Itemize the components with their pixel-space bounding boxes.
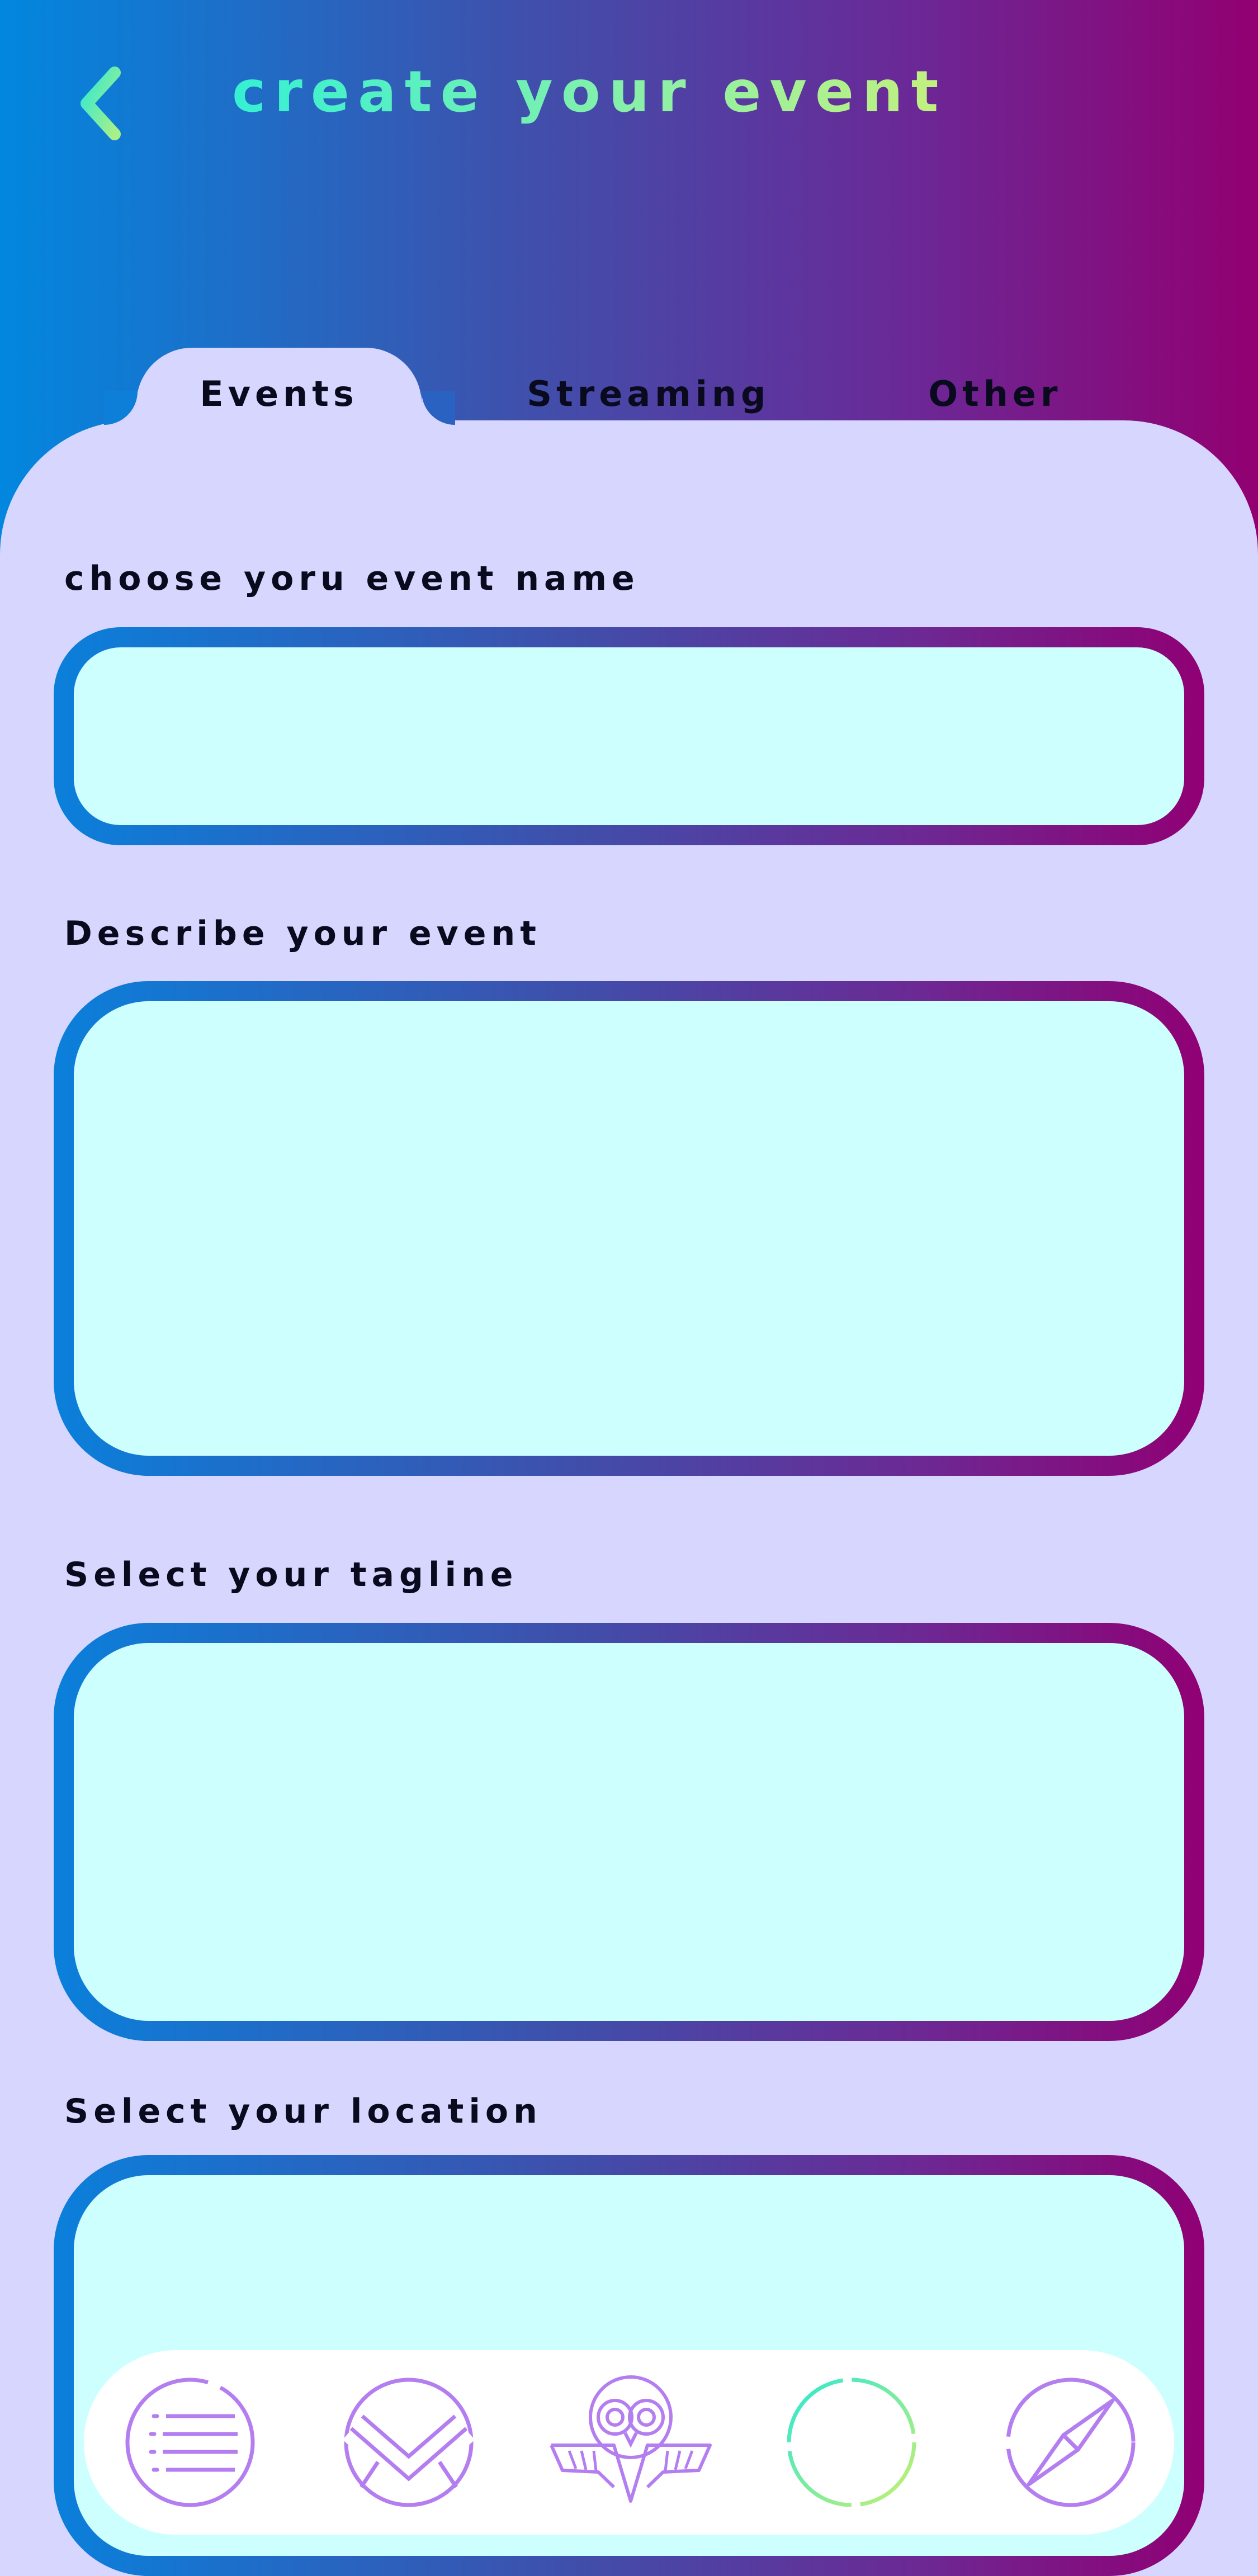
page-title: create your event — [232, 56, 947, 129]
mail-icon — [342, 2378, 475, 2507]
back-button[interactable] — [75, 61, 131, 145]
tab-other[interactable]: Other — [895, 369, 1096, 419]
bottom-nav — [84, 2350, 1174, 2535]
event-name-label: choose yoru event name — [64, 559, 640, 598]
location-label: Select your location — [64, 2092, 542, 2131]
tab-streaming[interactable]: Streaming — [503, 369, 794, 419]
chevron-left-icon — [81, 67, 121, 140]
nav-crosshair-button[interactable] — [782, 2373, 921, 2512]
nav-mail-button[interactable] — [339, 2373, 479, 2512]
event-description-label: Describe your event — [64, 914, 541, 953]
tagline-label: Select your tagline — [64, 1555, 518, 1594]
event-description-input[interactable] — [74, 1001, 1184, 1456]
nav-owl-button[interactable] — [547, 2373, 715, 2512]
tab-corner-right — [422, 391, 455, 425]
event-description-field-frame — [54, 981, 1204, 1476]
compass-icon — [1006, 2378, 1136, 2507]
nav-compass-button[interactable] — [1001, 2373, 1141, 2512]
tab-corner-left — [104, 391, 138, 425]
nav-list-button[interactable] — [120, 2373, 260, 2512]
crosshair-icon — [787, 2378, 916, 2507]
event-name-field-frame — [54, 627, 1204, 845]
list-icon — [125, 2378, 255, 2507]
owl-icon — [550, 2375, 712, 2503]
tagline-field-frame — [54, 1623, 1204, 2041]
event-name-input[interactable] — [74, 647, 1184, 825]
tab-events[interactable]: Events — [136, 369, 422, 419]
tagline-input[interactable] — [74, 1643, 1184, 2021]
